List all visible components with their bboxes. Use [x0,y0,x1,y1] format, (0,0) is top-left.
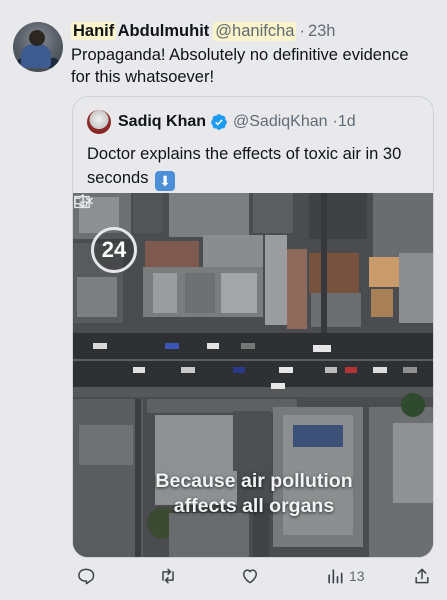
quoted-timestamp[interactable]: 1d [338,113,356,131]
share-icon [415,568,429,584]
reply-button[interactable] [76,563,96,589]
verified-badge-icon [211,114,227,130]
tweet-header: Hanif Abdulmuhit @hanifcha · 23h [71,20,335,42]
caption-line-2: affects all organs [173,495,335,517]
video-caption: Because air pollution affects all organs [73,469,433,519]
down-arrow-emoji-icon: ⬇ [155,171,176,191]
quoted-author-avatar[interactable] [87,110,111,134]
tweet: Hanif Abdulmuhit @hanifcha · 23h Propaga… [0,0,447,600]
reply-icon [78,568,95,585]
quoted-author-name[interactable]: Sadiq Khan [118,113,206,131]
mute-icon[interactable] [73,193,95,209]
separator: · [299,21,305,40]
retweet-icon [162,568,174,584]
share-button[interactable] [412,563,432,589]
like-button[interactable] [240,563,260,589]
quoted-author-handle[interactable]: @SadiqKhan [233,113,328,131]
quoted-tweet-text: Doctor explains the effects of toxic air… [87,145,402,191]
timestamp[interactable]: 23h [308,22,336,41]
tweet-text: Propaganda! Absolutely no definitive evi… [71,46,409,86]
like-icon [243,569,257,584]
quoted-tweet[interactable]: Sadiq Khan @SadiqKhan · 1d Doctor explai… [72,96,434,558]
author-avatar[interactable] [13,22,63,72]
quoted-tweet-header: Sadiq Khan @SadiqKhan · 1d [87,110,356,134]
author-handle[interactable]: @hanifcha [213,21,297,41]
views-icon [328,569,343,584]
views-button[interactable]: 13 [325,563,365,589]
video-player[interactable]: 24 Because air pollution affects all org… [73,193,433,557]
author-name[interactable]: Hanif Abdulmuhit [71,21,209,41]
retweet-button[interactable] [158,563,178,589]
channel-24-logo: 24 [91,227,137,273]
caption-line-1: Because air pollution [155,470,353,492]
tweet-actions: 13 [72,563,429,589]
views-count: 13 [349,568,365,584]
